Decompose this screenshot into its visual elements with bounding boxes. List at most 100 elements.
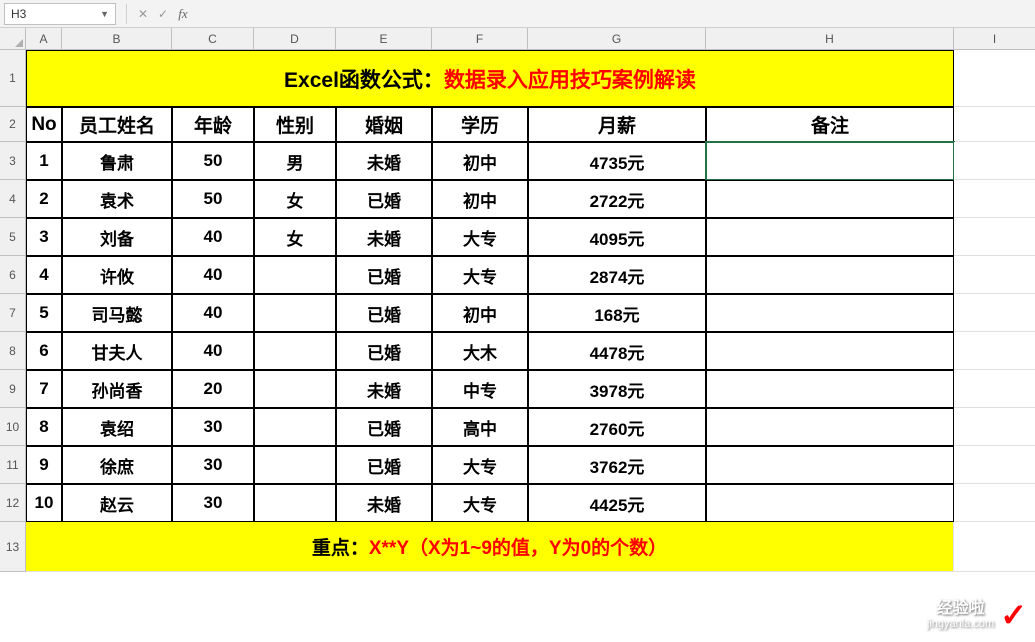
header-0[interactable]: No [26, 107, 62, 142]
data-cell-10-7[interactable] [706, 408, 954, 446]
cell-I3[interactable] [954, 142, 1035, 180]
data-cell-5-2[interactable]: 40 [172, 218, 254, 256]
col-header-I[interactable]: I [954, 28, 1035, 50]
data-cell-7-7[interactable] [706, 294, 954, 332]
col-header-D[interactable]: D [254, 28, 336, 50]
data-cell-9-2[interactable]: 20 [172, 370, 254, 408]
data-cell-7-4[interactable]: 已婚 [336, 294, 432, 332]
data-cell-10-6[interactable]: 2760元 [528, 408, 706, 446]
row-header-2[interactable]: 2 [0, 107, 26, 142]
data-cell-6-0[interactable]: 4 [26, 256, 62, 294]
data-cell-8-6[interactable]: 4478元 [528, 332, 706, 370]
data-cell-6-6[interactable]: 2874元 [528, 256, 706, 294]
row-header-6[interactable]: 6 [0, 256, 26, 294]
data-cell-3-3[interactable]: 男 [254, 142, 336, 180]
data-cell-6-5[interactable]: 大专 [432, 256, 528, 294]
data-cell-11-3[interactable] [254, 446, 336, 484]
select-all-corner[interactable] [0, 28, 26, 50]
formula-input[interactable] [193, 3, 1031, 25]
cell-I5[interactable] [954, 218, 1035, 256]
data-cell-3-1[interactable]: 鲁肃 [62, 142, 172, 180]
row-header-11[interactable]: 11 [0, 446, 26, 484]
data-cell-10-1[interactable]: 袁绍 [62, 408, 172, 446]
data-cell-4-5[interactable]: 初中 [432, 180, 528, 218]
row-header-13[interactable]: 13 [0, 522, 26, 572]
data-cell-5-3[interactable]: 女 [254, 218, 336, 256]
cell-I1[interactable] [954, 50, 1035, 107]
data-cell-7-5[interactable]: 初中 [432, 294, 528, 332]
col-header-F[interactable]: F [432, 28, 528, 50]
data-cell-9-7[interactable] [706, 370, 954, 408]
col-header-H[interactable]: H [706, 28, 954, 50]
cell-I7[interactable] [954, 294, 1035, 332]
data-cell-6-1[interactable]: 许攸 [62, 256, 172, 294]
cell-I8[interactable] [954, 332, 1035, 370]
data-cell-6-2[interactable]: 40 [172, 256, 254, 294]
cell-I10[interactable] [954, 408, 1035, 446]
data-cell-4-7[interactable] [706, 180, 954, 218]
cell-I12[interactable] [954, 484, 1035, 522]
data-cell-4-1[interactable]: 袁术 [62, 180, 172, 218]
row-header-7[interactable]: 7 [0, 294, 26, 332]
data-cell-12-3[interactable] [254, 484, 336, 522]
footer-cell[interactable]: 重点：X**Y（X为1~9的值，Y为0的个数） [26, 522, 954, 572]
data-cell-5-0[interactable]: 3 [26, 218, 62, 256]
data-cell-7-1[interactable]: 司马懿 [62, 294, 172, 332]
data-cell-11-0[interactable]: 9 [26, 446, 62, 484]
row-header-3[interactable]: 3 [0, 142, 26, 180]
data-cell-12-2[interactable]: 30 [172, 484, 254, 522]
data-cell-10-3[interactable] [254, 408, 336, 446]
data-cell-8-2[interactable]: 40 [172, 332, 254, 370]
data-cell-5-6[interactable]: 4095元 [528, 218, 706, 256]
data-cell-8-3[interactable] [254, 332, 336, 370]
data-cell-5-5[interactable]: 大专 [432, 218, 528, 256]
confirm-button[interactable]: ✓ [153, 4, 173, 24]
data-cell-7-3[interactable] [254, 294, 336, 332]
data-cell-9-4[interactable]: 未婚 [336, 370, 432, 408]
data-cell-8-5[interactable]: 大木 [432, 332, 528, 370]
data-cell-8-7[interactable] [706, 332, 954, 370]
row-header-12[interactable]: 12 [0, 484, 26, 522]
cell-I13[interactable] [954, 522, 1035, 572]
header-5[interactable]: 学历 [432, 107, 528, 142]
row-header-5[interactable]: 5 [0, 218, 26, 256]
data-cell-3-6[interactable]: 4735元 [528, 142, 706, 180]
data-cell-4-3[interactable]: 女 [254, 180, 336, 218]
col-header-A[interactable]: A [26, 28, 62, 50]
data-cell-9-1[interactable]: 孙尚香 [62, 370, 172, 408]
data-cell-6-7[interactable] [706, 256, 954, 294]
data-cell-3-0[interactable]: 1 [26, 142, 62, 180]
data-cell-3-7[interactable] [706, 142, 954, 180]
data-cell-11-4[interactable]: 已婚 [336, 446, 432, 484]
data-cell-6-4[interactable]: 已婚 [336, 256, 432, 294]
data-cell-3-5[interactable]: 初中 [432, 142, 528, 180]
data-cell-5-7[interactable] [706, 218, 954, 256]
data-cell-4-2[interactable]: 50 [172, 180, 254, 218]
header-6[interactable]: 月薪 [528, 107, 706, 142]
row-header-10[interactable]: 10 [0, 408, 26, 446]
data-cell-12-0[interactable]: 10 [26, 484, 62, 522]
data-cell-12-6[interactable]: 4425元 [528, 484, 706, 522]
col-header-E[interactable]: E [336, 28, 432, 50]
data-cell-4-4[interactable]: 已婚 [336, 180, 432, 218]
data-cell-9-0[interactable]: 7 [26, 370, 62, 408]
data-cell-12-1[interactable]: 赵云 [62, 484, 172, 522]
data-cell-6-3[interactable] [254, 256, 336, 294]
data-cell-11-5[interactable]: 大专 [432, 446, 528, 484]
title-cell[interactable]: Excel函数公式：数据录入应用技巧案例解读 [26, 50, 954, 107]
header-7[interactable]: 备注 [706, 107, 954, 142]
name-box[interactable]: H3 ▼ [4, 3, 116, 25]
col-header-C[interactable]: C [172, 28, 254, 50]
data-cell-12-4[interactable]: 未婚 [336, 484, 432, 522]
data-cell-3-2[interactable]: 50 [172, 142, 254, 180]
data-cell-7-6[interactable]: 168元 [528, 294, 706, 332]
chevron-down-icon[interactable]: ▼ [100, 9, 109, 19]
row-header-8[interactable]: 8 [0, 332, 26, 370]
row-header-4[interactable]: 4 [0, 180, 26, 218]
data-cell-5-1[interactable]: 刘备 [62, 218, 172, 256]
data-cell-9-5[interactable]: 中专 [432, 370, 528, 408]
data-cell-11-1[interactable]: 徐庶 [62, 446, 172, 484]
cell-I2[interactable] [954, 107, 1035, 142]
data-cell-7-0[interactable]: 5 [26, 294, 62, 332]
row-header-9[interactable]: 9 [0, 370, 26, 408]
